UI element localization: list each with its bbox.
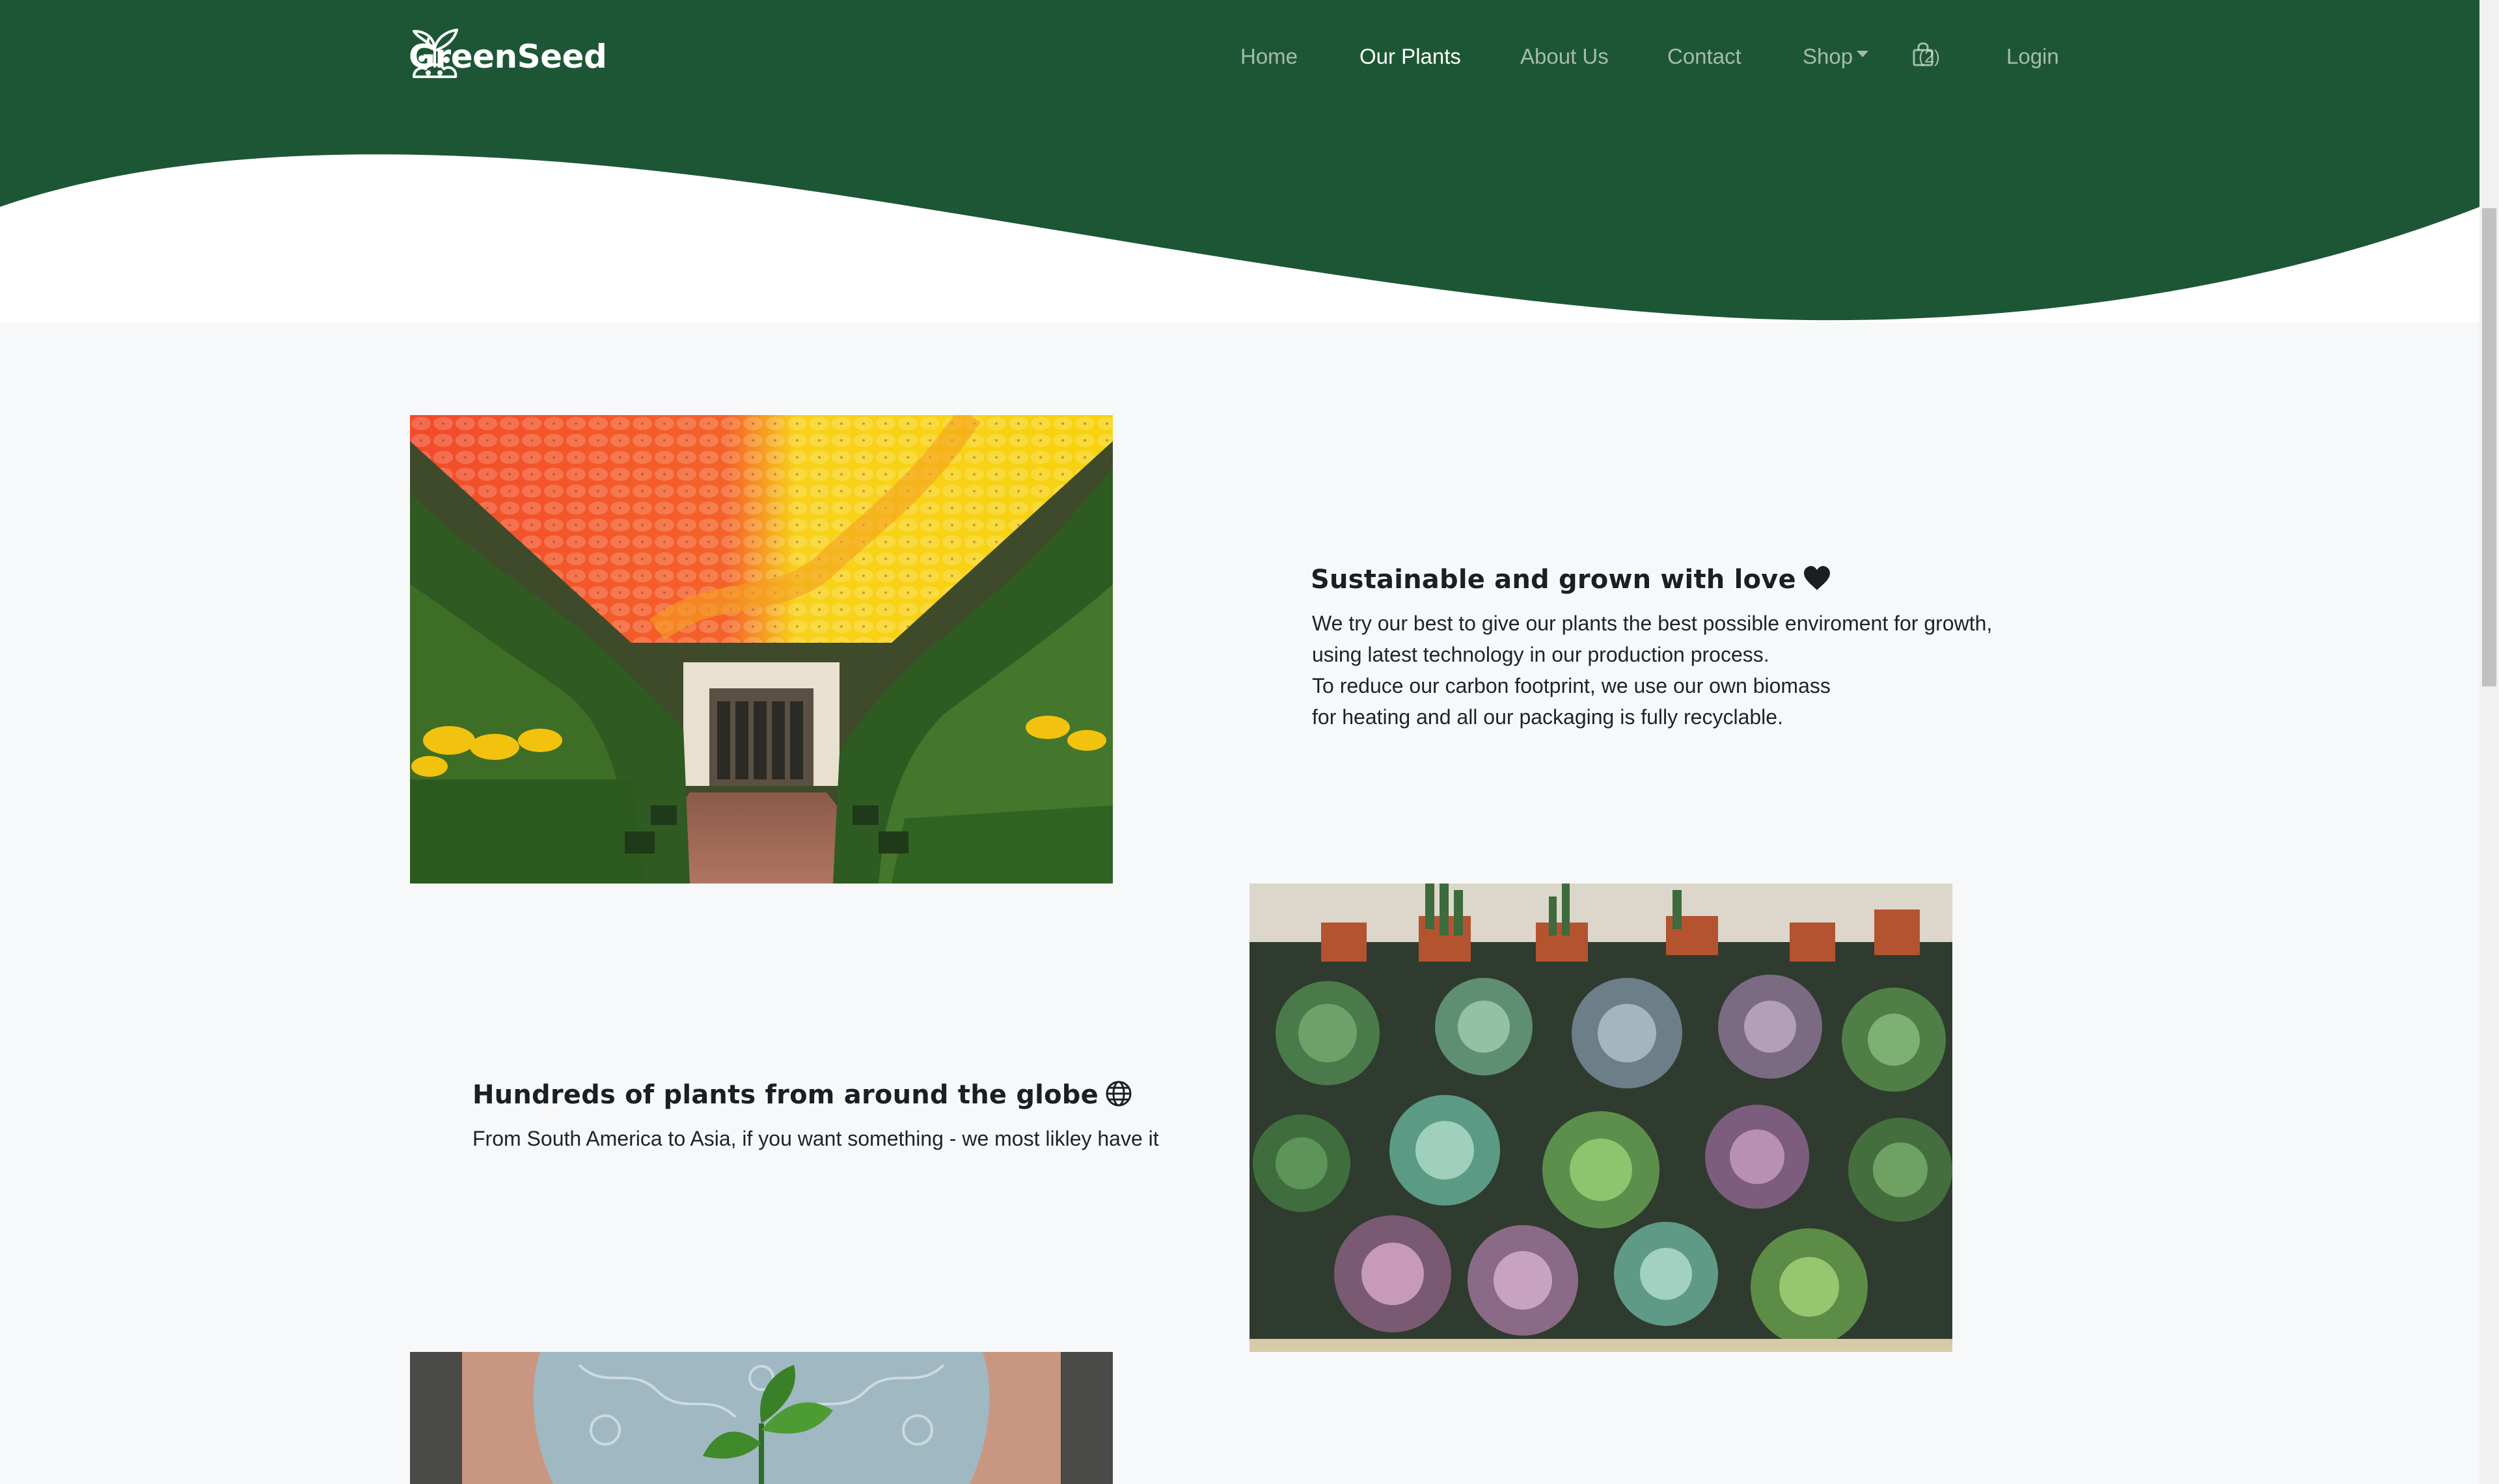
hands-holding-seedling-image: [410, 1352, 1113, 1484]
feature-global-line: From South America to Asia, if you want …: [472, 1127, 1159, 1150]
nav-shop-dropdown[interactable]: Shop: [1803, 40, 1869, 73]
feature-global-title-text: Hundreds of plants from around the globe: [472, 1080, 1099, 1110]
feature-global-title: Hundreds of plants from around the globe: [472, 1080, 1132, 1110]
greenhouse-umbrella-canopy-image: [410, 415, 1113, 884]
scrollbar-thumb[interactable]: [2482, 208, 2496, 686]
nav-home[interactable]: Home: [1240, 40, 1298, 73]
page: GreenSeed Home Our Plants About Us Conta…: [0, 0, 2499, 1484]
cart-button[interactable]: (2): [1912, 40, 1940, 73]
feature-sustainable-description: We try our best to give our plants the b…: [1312, 608, 1992, 733]
feature-sustainable-title: Sustainable and grown with love: [1311, 565, 1831, 595]
feature-global-description: From South America to Asia, if you want …: [472, 1123, 1159, 1154]
chevron-down-icon: [1857, 51, 1869, 58]
nav-our-plants[interactable]: Our Plants: [1359, 40, 1461, 73]
page-scrollbar[interactable]: [2479, 0, 2499, 1484]
nav-login[interactable]: Login: [2006, 40, 2059, 73]
nav-about-us[interactable]: About Us: [1520, 40, 1609, 73]
header-hero: GreenSeed Home Our Plants About Us Conta…: [0, 0, 2479, 322]
nav-contact[interactable]: Contact: [1667, 40, 1741, 73]
brand-link[interactable]: GreenSeed: [409, 26, 607, 87]
feature-sustainable-line: We try our best to give our plants the b…: [1312, 612, 1993, 635]
heart-icon: [1803, 566, 1830, 590]
plant-sprout-icon: [413, 29, 458, 78]
shopping-bag-icon: [1913, 42, 1933, 66]
nav-shop-label: Shop: [1803, 44, 1853, 68]
feature-sustainable-line: To reduce our carbon footprint, we use o…: [1312, 674, 1831, 697]
navbar: GreenSeed Home Our Plants About Us Conta…: [0, 0, 2479, 117]
feature-sustainable-title-text: Sustainable and grown with love: [1311, 565, 1796, 595]
potted-succulents-image: [1250, 884, 1952, 1352]
feature-sustainable-line: for heating and all our packaging is ful…: [1312, 705, 1783, 729]
globe-icon: [1106, 1081, 1132, 1107]
feature-sustainable-line: using latest technology in our productio…: [1312, 643, 1769, 666]
